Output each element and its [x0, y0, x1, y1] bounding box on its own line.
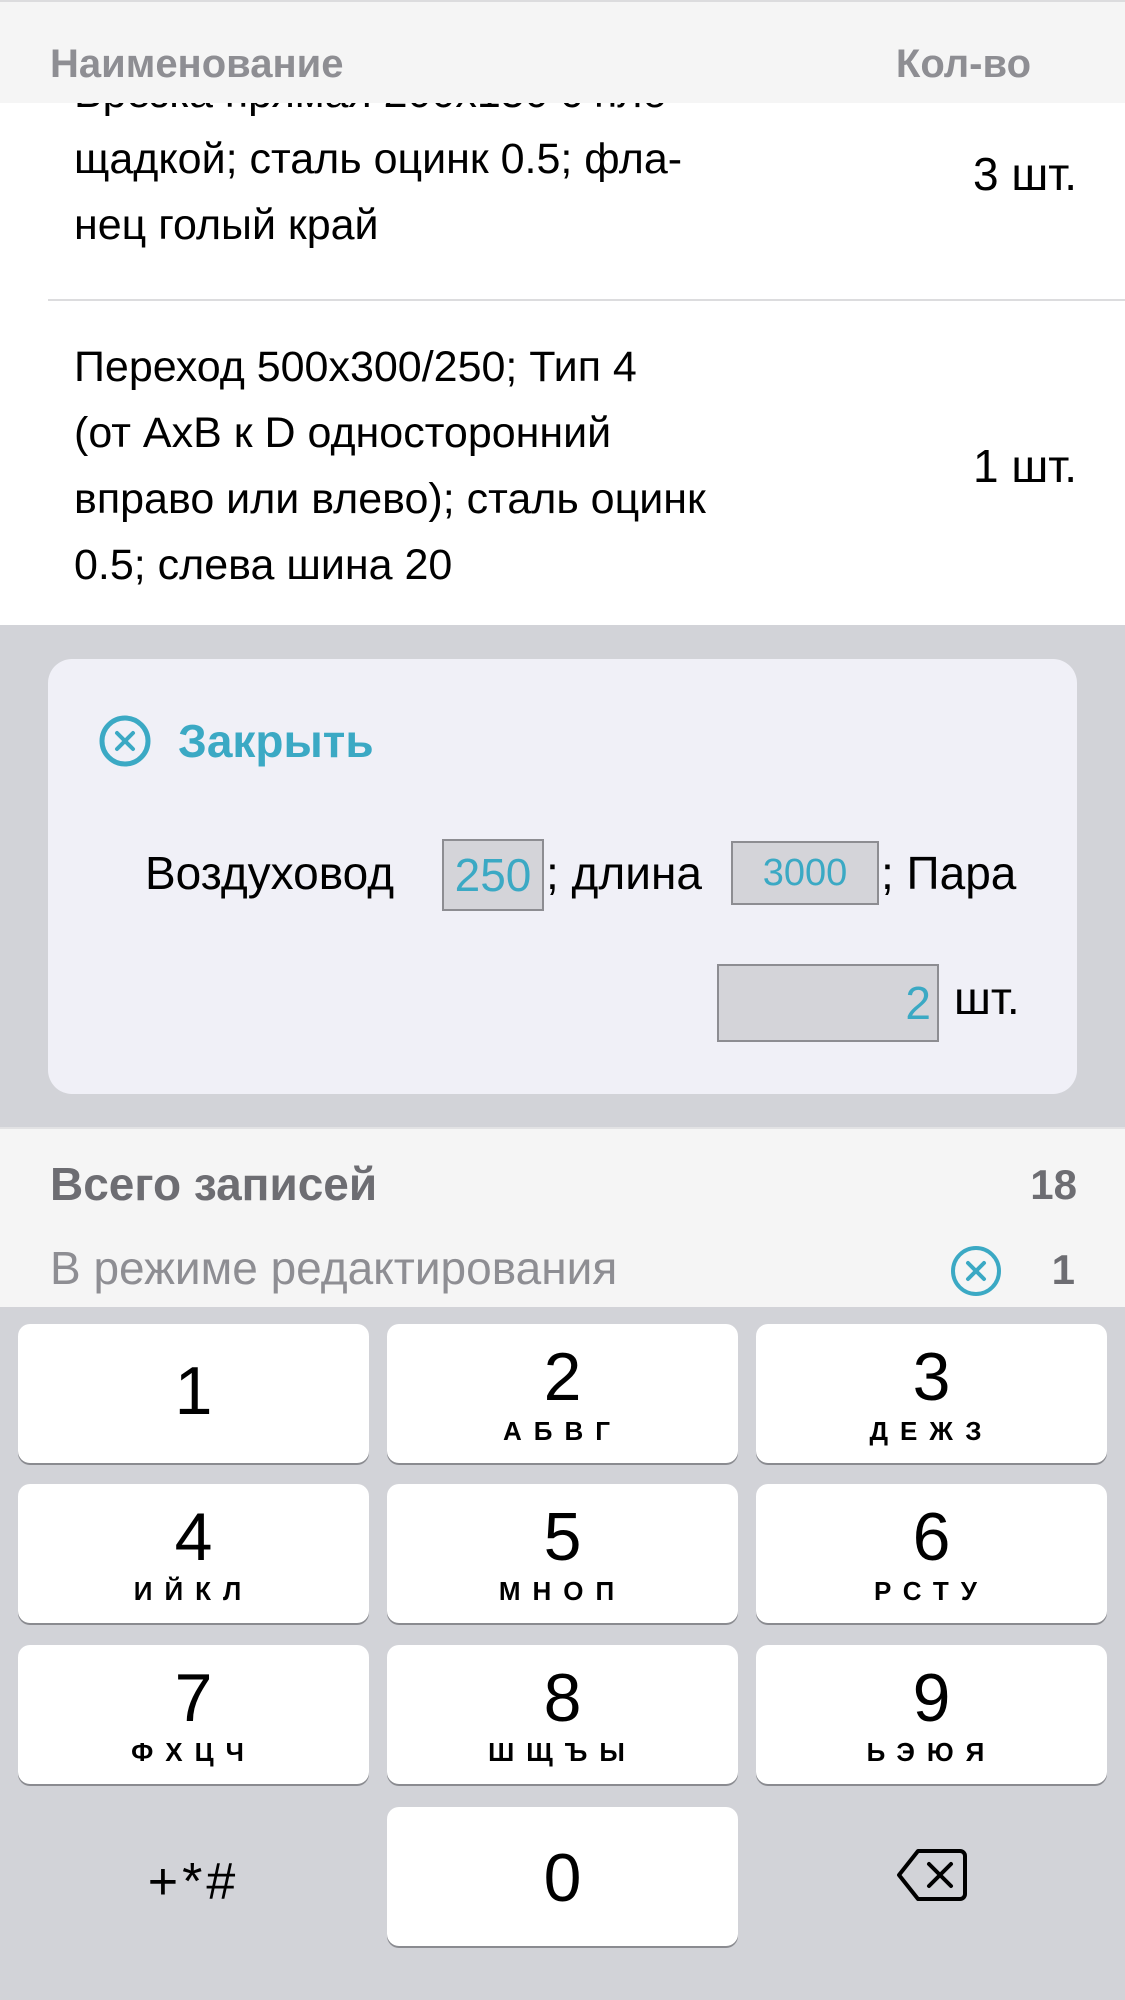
delete-key[interactable] — [756, 1807, 1107, 1946]
edit-panel: Закрыть Воздуховод 250 ; длина 3000 ; Па… — [48, 659, 1077, 1094]
list-item[interactable]: Переход 500х300/250; Тип 4 (от AxB к D о… — [0, 334, 1125, 624]
edit-panel-area: Закрыть Воздуховод 250 ; длина 3000 ; Па… — [0, 625, 1125, 1127]
editing-count: 1 — [1051, 1246, 1075, 1293]
numeric-keypad: 1 2 АБВГ 3 ДЕЖЗ 4 ИЙКЛ 5 МНОП 6 РСТУ 7 Ф… — [0, 1307, 1125, 2000]
unit-label: шт. — [954, 972, 1020, 1024]
column-header-name: Наименование — [50, 42, 344, 86]
summary-footer: Всего записей 18 В режиме редактирования… — [0, 1127, 1125, 1307]
quantity-input[interactable]: 2 — [717, 964, 939, 1042]
key-3[interactable]: 3 ДЕЖЗ — [756, 1324, 1107, 1463]
item-type-label: Воздуховод — [145, 847, 395, 899]
key-4[interactable]: 4 ИЙКЛ — [18, 1484, 369, 1623]
length-label: ; длина — [546, 847, 702, 899]
item-name: Переход 500х300/250; Тип 4 (от AxB к D о… — [74, 343, 706, 589]
key-9[interactable]: 9 ЬЭЮЯ — [756, 1645, 1107, 1784]
key-1[interactable]: 1 — [18, 1324, 369, 1463]
row-divider — [48, 299, 1125, 301]
column-header-quantity: Кол-во — [895, 42, 1031, 86]
close-button[interactable]: Закрыть — [98, 711, 374, 771]
total-records-label: Всего записей — [50, 1158, 378, 1210]
table-header: Наименование Кол-во — [0, 0, 1125, 103]
item-quantity: 3 шт. — [972, 148, 1077, 200]
pair-label: ; Пара — [881, 847, 1017, 899]
item-quantity: 1 шт. — [972, 440, 1077, 492]
key-symbols[interactable]: +*# — [18, 1807, 369, 1946]
length-input[interactable]: 3000 — [731, 841, 879, 905]
editing-mode-label: В режиме редактирования — [50, 1242, 618, 1294]
key-8[interactable]: 8 ШЩЪЫ — [387, 1645, 738, 1784]
key-0[interactable]: 0 — [387, 1807, 738, 1946]
diameter-input[interactable]: 250 — [442, 839, 544, 911]
key-2[interactable]: 2 АБВГ — [387, 1324, 738, 1463]
key-5[interactable]: 5 МНОП — [387, 1484, 738, 1623]
key-7[interactable]: 7 ФХЦЧ — [18, 1645, 369, 1784]
x-circle-icon — [99, 715, 151, 767]
key-6[interactable]: 6 РСТУ — [756, 1484, 1107, 1623]
close-label: Закрыть — [178, 715, 374, 767]
backspace-icon — [897, 1849, 967, 1901]
x-circle-icon[interactable] — [948, 1243, 1004, 1299]
total-records-count: 18 — [1030, 1161, 1077, 1208]
